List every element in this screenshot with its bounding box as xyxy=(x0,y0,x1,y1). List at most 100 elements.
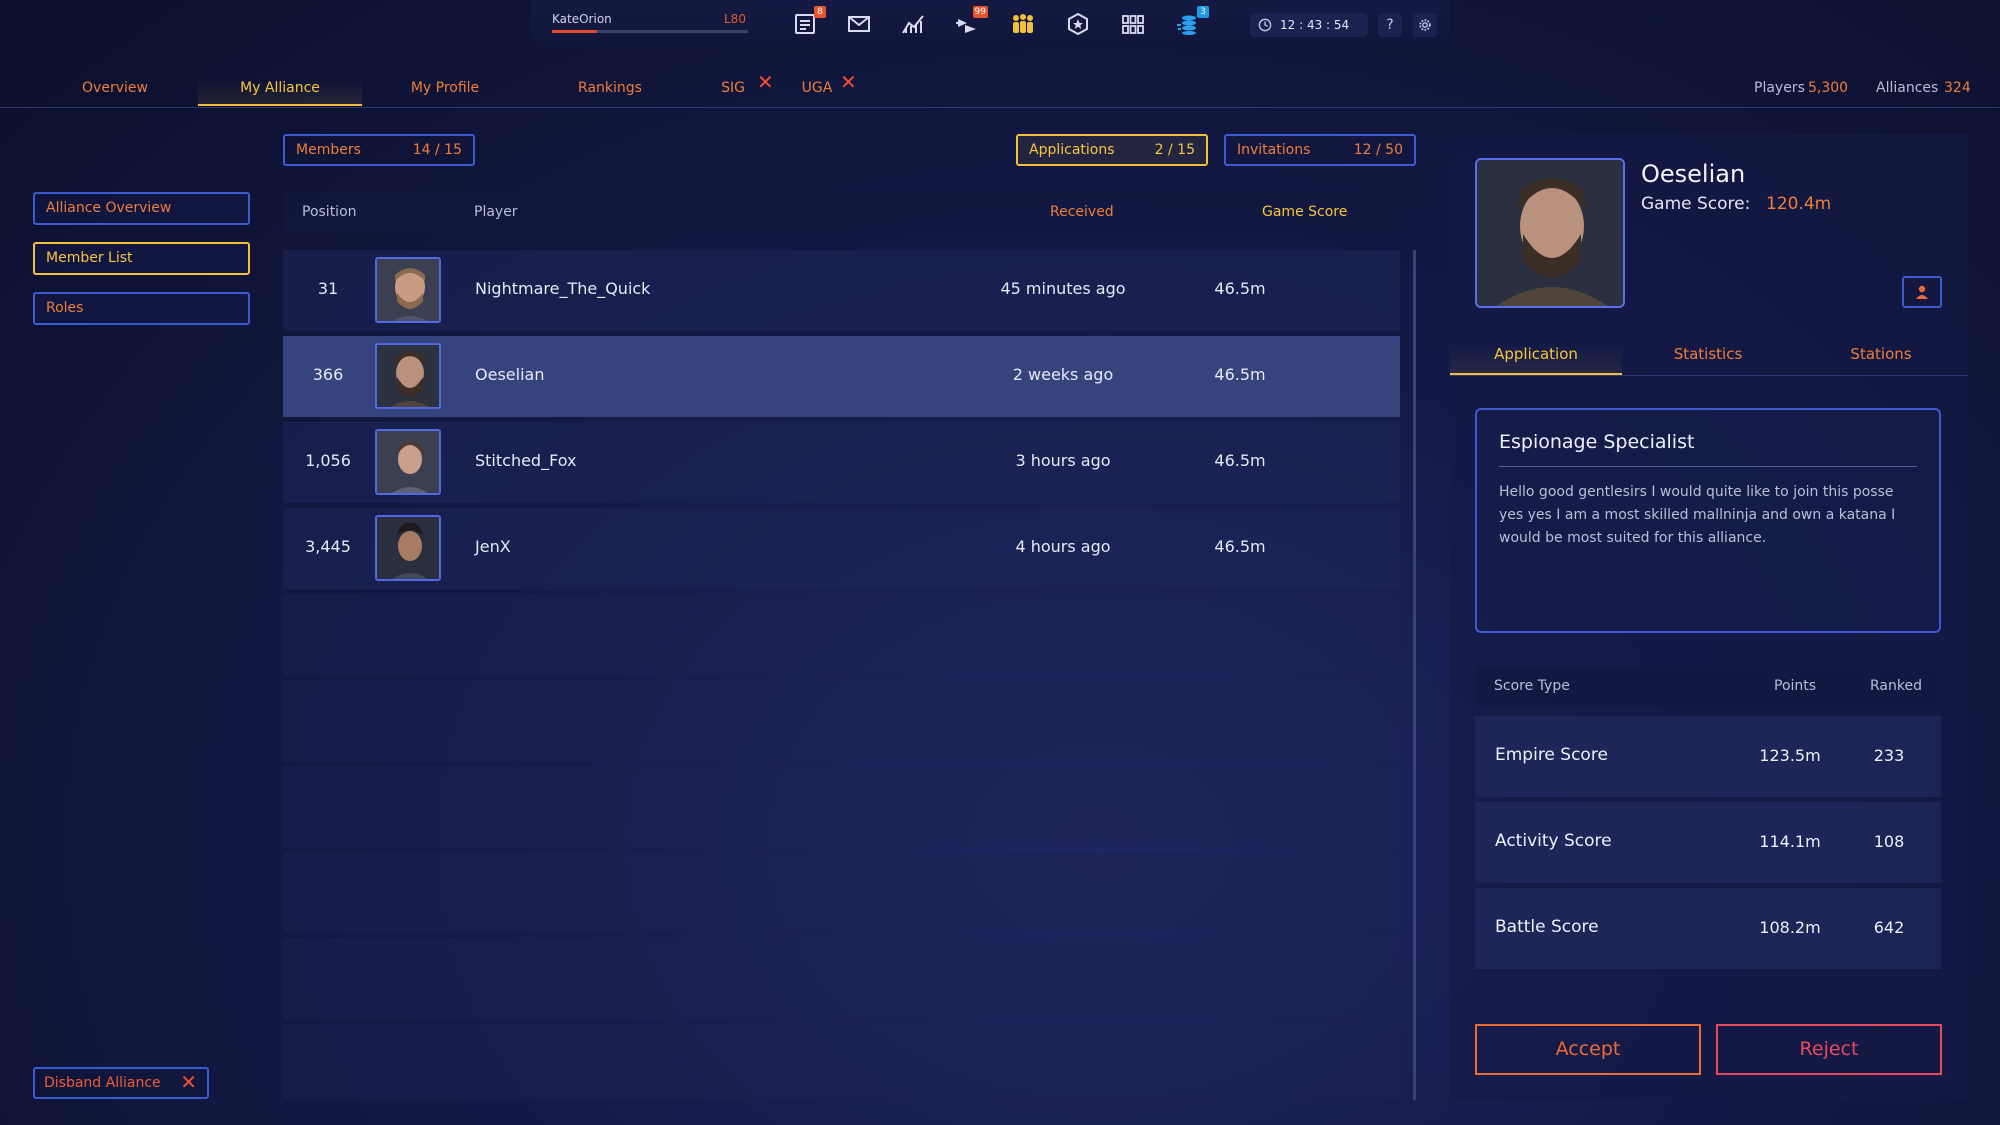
avatar xyxy=(375,429,441,495)
empty-row xyxy=(283,1024,1400,1099)
resources-badge: 3 xyxy=(1197,6,1209,18)
fleet-badge: 99 xyxy=(972,6,988,18)
score-type: Activity Score xyxy=(1495,831,1612,851)
reports-badge: 8 xyxy=(814,6,826,18)
table-row[interactable]: 3,445 JenX 4 hours ago 46.5m xyxy=(283,508,1400,589)
row-received: 4 hours ago xyxy=(1015,537,1111,556)
row-position: 3,445 xyxy=(305,537,351,556)
grid-icon[interactable] xyxy=(1118,10,1148,38)
table-row[interactable]: 31 Nightmare_The_Quick 45 minutes ago 46… xyxy=(283,250,1400,331)
stats-icon[interactable] xyxy=(898,10,928,38)
members-value: 14 / 15 xyxy=(412,142,462,158)
column-position[interactable]: Position xyxy=(302,204,357,220)
table-row-selected[interactable]: 366 Oeselian 2 weeks ago 46.5m xyxy=(283,336,1400,417)
alliances-label: Alliances xyxy=(1876,80,1939,96)
clock-icon xyxy=(1258,18,1272,32)
applications-counter[interactable]: Applications 2 / 15 xyxy=(1016,134,1208,166)
row-player[interactable]: Stitched_Fox xyxy=(475,451,576,470)
table-row[interactable]: 1,056 Stitched_Fox 3 hours ago 46.5m xyxy=(283,422,1400,503)
avatar xyxy=(375,515,441,581)
invitations-counter[interactable]: Invitations 12 / 50 xyxy=(1224,134,1416,166)
row-position: 366 xyxy=(312,365,344,384)
score-points-header: Points xyxy=(1774,678,1817,694)
score-ranked-header: Ranked xyxy=(1870,678,1922,694)
disband-label: Disband Alliance xyxy=(44,1075,161,1091)
column-received[interactable]: Received xyxy=(1050,204,1114,220)
score-type-header: Score Type xyxy=(1494,678,1570,694)
sidebar-item-roles[interactable]: Roles xyxy=(33,292,250,325)
tab-overview[interactable]: Overview xyxy=(70,80,160,106)
accept-button[interactable]: Accept xyxy=(1475,1024,1701,1075)
tab-statistics[interactable]: Statistics xyxy=(1622,345,1794,375)
applicant-score-value: 120.4m xyxy=(1766,194,1832,214)
divider xyxy=(1499,466,1917,467)
empty-row xyxy=(283,852,1400,933)
close-tab-sig-icon[interactable]: ✕ xyxy=(757,70,774,94)
disband-alliance-button[interactable]: Disband Alliance ✕ xyxy=(33,1067,209,1099)
players-count: 5,300 xyxy=(1808,80,1849,96)
empty-row xyxy=(283,594,1400,675)
applicant-name: Oeselian xyxy=(1641,160,1746,188)
row-received: 45 minutes ago xyxy=(1000,279,1126,298)
tab-stations[interactable]: Stations xyxy=(1794,345,1968,375)
row-player[interactable]: Nightmare_The_Quick xyxy=(475,279,650,298)
tab-divider xyxy=(1450,375,1968,376)
avatar xyxy=(375,343,441,409)
tab-uga[interactable]: UGA xyxy=(800,80,834,106)
tab-my-alliance[interactable]: My Alliance xyxy=(198,80,362,106)
gear-icon xyxy=(1419,19,1431,31)
column-game-score[interactable]: Game Score xyxy=(1262,204,1347,220)
row-score: 46.5m xyxy=(1214,537,1266,556)
score-points: 108.2m xyxy=(1759,918,1821,937)
row-player[interactable]: Oeselian xyxy=(475,365,544,384)
score-row: Battle Score 108.2m 642 xyxy=(1475,888,1941,969)
application-message: Hello good gentlesirs I would quite like… xyxy=(1499,484,1896,546)
nav-divider xyxy=(0,107,2000,108)
empty-row xyxy=(283,680,1400,761)
reject-button[interactable]: Reject xyxy=(1716,1024,1942,1075)
row-position: 31 xyxy=(317,279,339,298)
alliance-icon[interactable] xyxy=(1008,10,1038,38)
members-counter[interactable]: Members 14 / 15 xyxy=(283,134,475,166)
server-clock: 12 : 43 : 54 xyxy=(1250,13,1368,37)
score-rank: 642 xyxy=(1873,918,1905,937)
help-button[interactable]: ? xyxy=(1378,13,1402,37)
clock-time: 12 : 43 : 54 xyxy=(1280,18,1350,32)
invitations-label: Invitations xyxy=(1237,142,1311,158)
resources-icon[interactable]: 3 xyxy=(1173,6,1209,38)
table-scrollbar[interactable] xyxy=(1413,250,1416,1100)
column-player[interactable]: Player xyxy=(474,204,518,220)
user-icon xyxy=(1916,285,1928,299)
applications-label: Applications xyxy=(1029,142,1115,158)
tab-sig[interactable]: SIG xyxy=(718,80,748,106)
row-score: 46.5m xyxy=(1214,451,1266,470)
mail-icon[interactable] xyxy=(844,10,874,38)
tab-my-profile[interactable]: My Profile xyxy=(400,80,490,106)
members-label: Members xyxy=(296,142,361,158)
score-points: 114.1m xyxy=(1759,832,1821,851)
tab-application[interactable]: Application xyxy=(1450,345,1622,375)
applicant-score-label: Game Score: xyxy=(1641,194,1751,214)
alliances-count: 324 xyxy=(1944,80,1971,96)
application-title: Espionage Specialist xyxy=(1499,431,1695,453)
view-profile-button[interactable] xyxy=(1902,276,1942,308)
reports-icon[interactable]: 8 xyxy=(790,6,826,38)
sidebar-item-alliance-overview[interactable]: Alliance Overview xyxy=(33,192,250,225)
applications-value: 2 / 15 xyxy=(1154,142,1195,158)
tab-rankings[interactable]: Rankings xyxy=(565,80,655,106)
table-header xyxy=(283,192,1416,232)
close-tab-uga-icon[interactable]: ✕ xyxy=(840,70,857,94)
score-row: Empire Score 123.5m 233 xyxy=(1475,716,1941,797)
settings-button[interactable] xyxy=(1413,13,1437,37)
score-type: Empire Score xyxy=(1495,745,1608,765)
score-points: 123.5m xyxy=(1759,746,1821,765)
row-player[interactable]: JenX xyxy=(475,537,511,556)
score-rank: 233 xyxy=(1873,746,1905,765)
user-level: L80 xyxy=(724,12,746,26)
invitations-value: 12 / 50 xyxy=(1353,142,1403,158)
score-rank: 108 xyxy=(1873,832,1905,851)
badge-icon[interactable] xyxy=(1063,10,1093,38)
sidebar-item-member-list[interactable]: Member List xyxy=(33,242,250,275)
row-score: 46.5m xyxy=(1214,279,1266,298)
fleet-icon[interactable]: 99 xyxy=(952,6,988,38)
